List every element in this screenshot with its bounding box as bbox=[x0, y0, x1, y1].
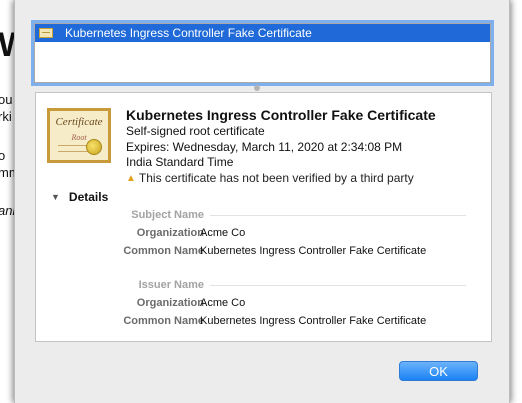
section-divider bbox=[210, 285, 466, 286]
background-text-fragment: rki bbox=[0, 109, 12, 124]
certificate-dialog: Kubernetes Ingress Controller Fake Certi… bbox=[14, 0, 510, 403]
details-toggle-label: Details bbox=[68, 190, 109, 204]
subject-organization-key: Organization bbox=[136, 227, 204, 239]
issuer-name-label: Issuer Name bbox=[138, 279, 204, 291]
section-divider bbox=[210, 215, 466, 216]
certificate-chain-item-label: Kubernetes Ingress Controller Fake Certi… bbox=[65, 26, 312, 40]
background-text-fragment: o bbox=[0, 148, 6, 163]
certificate-icon-line bbox=[58, 145, 88, 146]
subject-common-name-key: Common Name bbox=[123, 245, 204, 257]
subject-organization-value: Acme Co bbox=[200, 227, 246, 239]
issuer-common-name-key: Common Name bbox=[123, 315, 204, 327]
certificate-subtitle: Self-signed root certificate bbox=[126, 124, 265, 138]
certificate-large-icon: Certificate Root bbox=[47, 108, 111, 163]
certificate-chain-list[interactable]: Kubernetes Ingress Controller Fake Certi… bbox=[34, 23, 491, 83]
disclosure-triangle-icon: ▼ bbox=[51, 192, 60, 202]
issuer-organization-value: Acme Co bbox=[200, 297, 246, 309]
certificate-warning-text: This certificate has not been verified b… bbox=[138, 171, 414, 185]
warning-icon: ▲ bbox=[126, 172, 136, 184]
subject-common-name-value: Kubernetes Ingress Controller Fake Certi… bbox=[200, 245, 427, 257]
certificate-icon bbox=[39, 28, 53, 38]
details-toggle[interactable]: ▼ Details bbox=[51, 190, 108, 204]
issuer-common-name-value: Kubernetes Ingress Controller Fake Certi… bbox=[200, 315, 427, 327]
subject-name-label: Subject Name bbox=[131, 209, 204, 221]
certificate-icon-line bbox=[58, 151, 88, 152]
certificate-title: Kubernetes Ingress Controller Fake Certi… bbox=[126, 107, 436, 123]
background-text-fragment: ou bbox=[0, 92, 13, 107]
certificate-chain-item[interactable]: Kubernetes Ingress Controller Fake Certi… bbox=[35, 24, 490, 42]
certificate-expiry: Expires: Wednesday, March 11, 2020 at 2:… bbox=[126, 140, 403, 169]
splitter-handle[interactable] bbox=[254, 85, 260, 91]
certificate-details-panel: Certificate Root Kubernetes Ingress Cont… bbox=[35, 92, 492, 342]
certificate-icon-title: Certificate bbox=[55, 116, 103, 128]
seal-icon bbox=[86, 139, 102, 155]
certificate-warning: ▲ This certificate has not been verified… bbox=[126, 171, 414, 185]
ok-button[interactable]: OK bbox=[399, 361, 478, 381]
issuer-organization-key: Organization bbox=[136, 297, 204, 309]
